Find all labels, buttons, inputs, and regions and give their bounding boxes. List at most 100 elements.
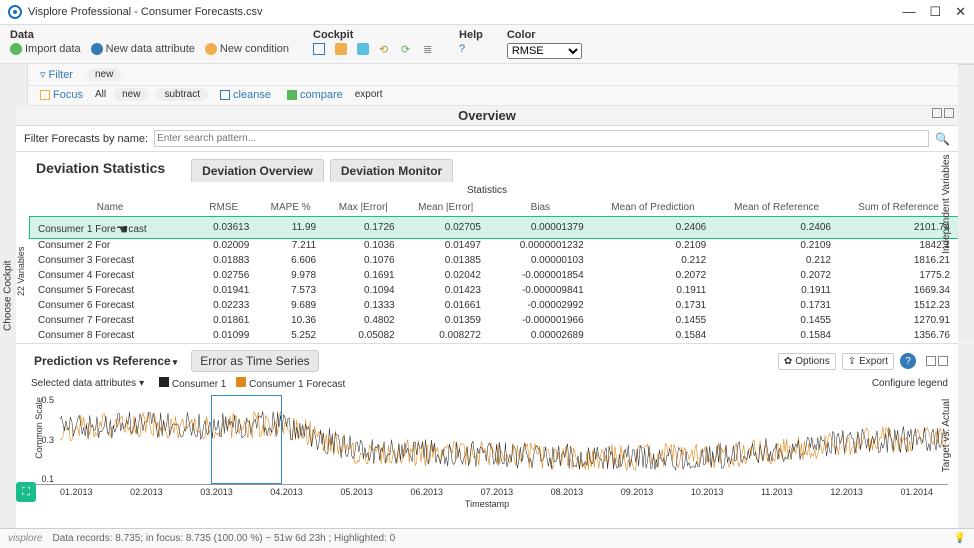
legend-forecast: Consumer 1 Forecast — [249, 379, 345, 390]
chart-x-label: Timestamp — [16, 497, 958, 511]
filter-forecasts-input[interactable] — [154, 130, 929, 147]
import-icon — [10, 43, 22, 55]
right-sidebar-top[interactable]: Independent Variables Drill Down — [958, 64, 974, 343]
panel-max-button[interactable] — [944, 108, 954, 118]
cell-value: 0.1333 — [324, 298, 402, 313]
cell-value: 0.02009 — [190, 238, 257, 253]
right-sidebar-bot[interactable]: Target vs. Actual Table — [958, 343, 974, 528]
cell-value: 0.2406 — [592, 217, 715, 239]
configure-legend-link[interactable]: Configure legend — [872, 378, 948, 389]
help-button[interactable]: ? — [459, 43, 471, 55]
menu-color-title: Color — [507, 29, 582, 41]
import-data-button[interactable]: Import data — [10, 43, 81, 55]
help-icon: ? — [459, 43, 471, 55]
selected-attributes-dropdown[interactable]: Selected data attributes▾ — [26, 376, 149, 391]
search-icon[interactable]: 🔍 — [935, 132, 950, 146]
column-header[interactable]: Mean |Error| — [403, 199, 489, 217]
table-row[interactable]: Consumer 1 Fore☚cast0.0361311.990.17260.… — [30, 217, 958, 239]
cell-value: 0.01099 — [190, 328, 257, 343]
cockpit-list-button[interactable]: ≣ — [423, 43, 435, 55]
statistics-label: Statistics — [16, 182, 958, 199]
chart-min-button[interactable] — [926, 356, 936, 366]
cockpit-redo-button[interactable]: ⟳ — [401, 43, 413, 55]
cell-value: 0.1094 — [324, 283, 402, 298]
cell-value: 0.01883 — [190, 253, 257, 268]
choose-cockpit-tab[interactable]: Choose Cockpit — [3, 261, 14, 332]
export-icon: ⇪ — [848, 356, 856, 367]
cockpit-globe-button[interactable] — [357, 43, 369, 55]
expand-chart-button[interactable]: ⛶ — [16, 482, 36, 502]
cell-value: 1270.91 — [839, 313, 958, 328]
lightbulb-icon[interactable]: 💡 — [954, 533, 966, 544]
cell-value: -0.000009841 — [489, 283, 592, 298]
column-header[interactable]: Mean of Prediction — [592, 199, 715, 217]
chart-help-icon[interactable]: ? — [900, 353, 916, 369]
cell-value: 0.1911 — [714, 283, 839, 298]
close-button[interactable]: ✕ — [955, 4, 966, 20]
tab-deviation-overview[interactable]: Deviation Overview — [191, 159, 324, 182]
variables-side-label: 22 Variables — [16, 199, 30, 343]
cell-value: -0.000001854 — [489, 268, 592, 283]
cockpit-undo-button[interactable]: ⟲ — [379, 43, 391, 55]
list-icon: ≣ — [423, 43, 435, 55]
focus-button[interactable]: Focus — [36, 89, 87, 101]
column-header[interactable]: RMSE — [190, 199, 257, 217]
tab-deviation-monitor[interactable]: Deviation Monitor — [330, 159, 453, 182]
minimize-button[interactable]: — — [902, 4, 915, 20]
maximize-button[interactable]: ☐ — [929, 4, 941, 20]
cell-name: Consumer 2 For — [30, 238, 190, 253]
table-row[interactable]: Consumer 3 Forecast0.018836.6060.10760.0… — [30, 253, 958, 268]
cleanse-button[interactable]: cleanse — [216, 89, 275, 101]
table-row[interactable]: Consumer 5 Forecast0.019417.5730.10940.0… — [30, 283, 958, 298]
cell-value: 0.01385 — [403, 253, 489, 268]
table-row[interactable]: Consumer 2 For0.020097.2110.10360.014970… — [30, 238, 958, 253]
cell-value: 1356.76 — [839, 328, 958, 343]
focus-subtract-pill[interactable]: subtract — [156, 88, 208, 101]
target-actual-tab[interactable]: Target vs. Actual — [941, 399, 952, 472]
column-header[interactable]: MAPE % — [257, 199, 324, 217]
color-select[interactable]: RMSE — [507, 43, 582, 59]
column-header[interactable]: Mean of Reference — [714, 199, 839, 217]
chart-plot-area[interactable]: 0.5 0.3 0.1 ⛶ — [26, 395, 948, 485]
filter-button[interactable]: ▿Filter — [36, 68, 77, 81]
export-button[interactable]: ⇪Export — [842, 353, 894, 370]
options-button[interactable]: ✿Options — [778, 353, 836, 370]
focus-new-pill[interactable]: new — [114, 88, 148, 101]
table-row[interactable]: Consumer 4 Forecast0.027569.9780.16910.0… — [30, 268, 958, 283]
cell-value: 0.01359 — [403, 313, 489, 328]
cockpit-edit-button[interactable] — [313, 43, 325, 55]
cell-value: 0.2072 — [592, 268, 715, 283]
table-row[interactable]: Consumer 7 Forecast0.0186110.360.48020.0… — [30, 313, 958, 328]
tab-deviation-statistics[interactable]: Deviation Statistics — [26, 156, 175, 182]
legend-swatch-consumer1 — [159, 377, 169, 387]
cockpit-star-button[interactable] — [335, 43, 347, 55]
independent-variables-tab[interactable]: Independent Variables — [941, 154, 952, 253]
cell-value: 0.00000103 — [489, 253, 592, 268]
cell-value: 0.2072 — [714, 268, 839, 283]
tab-prediction-vs-reference[interactable]: Prediction vs Reference▾ — [26, 351, 185, 371]
left-sidebar[interactable]: Choose Cockpit — [0, 64, 16, 528]
cell-value: 0.212 — [592, 253, 715, 268]
chart-max-button[interactable] — [938, 356, 948, 366]
new-attribute-button[interactable]: New data attribute — [91, 43, 195, 55]
cell-value: 0.2109 — [714, 238, 839, 253]
cell-value: 6.606 — [257, 253, 324, 268]
tab-error-time-series[interactable]: Error as Time Series — [191, 350, 318, 372]
cell-value: 0.02756 — [190, 268, 257, 283]
cell-value: 7.211 — [257, 238, 324, 253]
focus-all[interactable]: All — [95, 89, 106, 100]
panel-min-button[interactable] — [932, 108, 942, 118]
compare-button[interactable]: compare — [283, 89, 347, 101]
column-header[interactable]: Bias — [489, 199, 592, 217]
cell-name: Consumer 6 Forecast — [30, 298, 190, 313]
table-row[interactable]: Consumer 6 Forecast0.022339.6890.13330.0… — [30, 298, 958, 313]
column-header[interactable]: Name — [30, 199, 190, 217]
table-row[interactable]: Consumer 8 Forecast0.010995.2520.050820.… — [30, 328, 958, 343]
filter-new-pill[interactable]: new — [87, 68, 121, 81]
cleanse-icon — [220, 90, 230, 100]
cell-value: 9.689 — [257, 298, 324, 313]
column-header[interactable]: Max |Error| — [324, 199, 402, 217]
cell-value: 0.05082 — [324, 328, 402, 343]
new-condition-button[interactable]: New condition — [205, 43, 289, 55]
export-link[interactable]: export — [355, 89, 383, 100]
